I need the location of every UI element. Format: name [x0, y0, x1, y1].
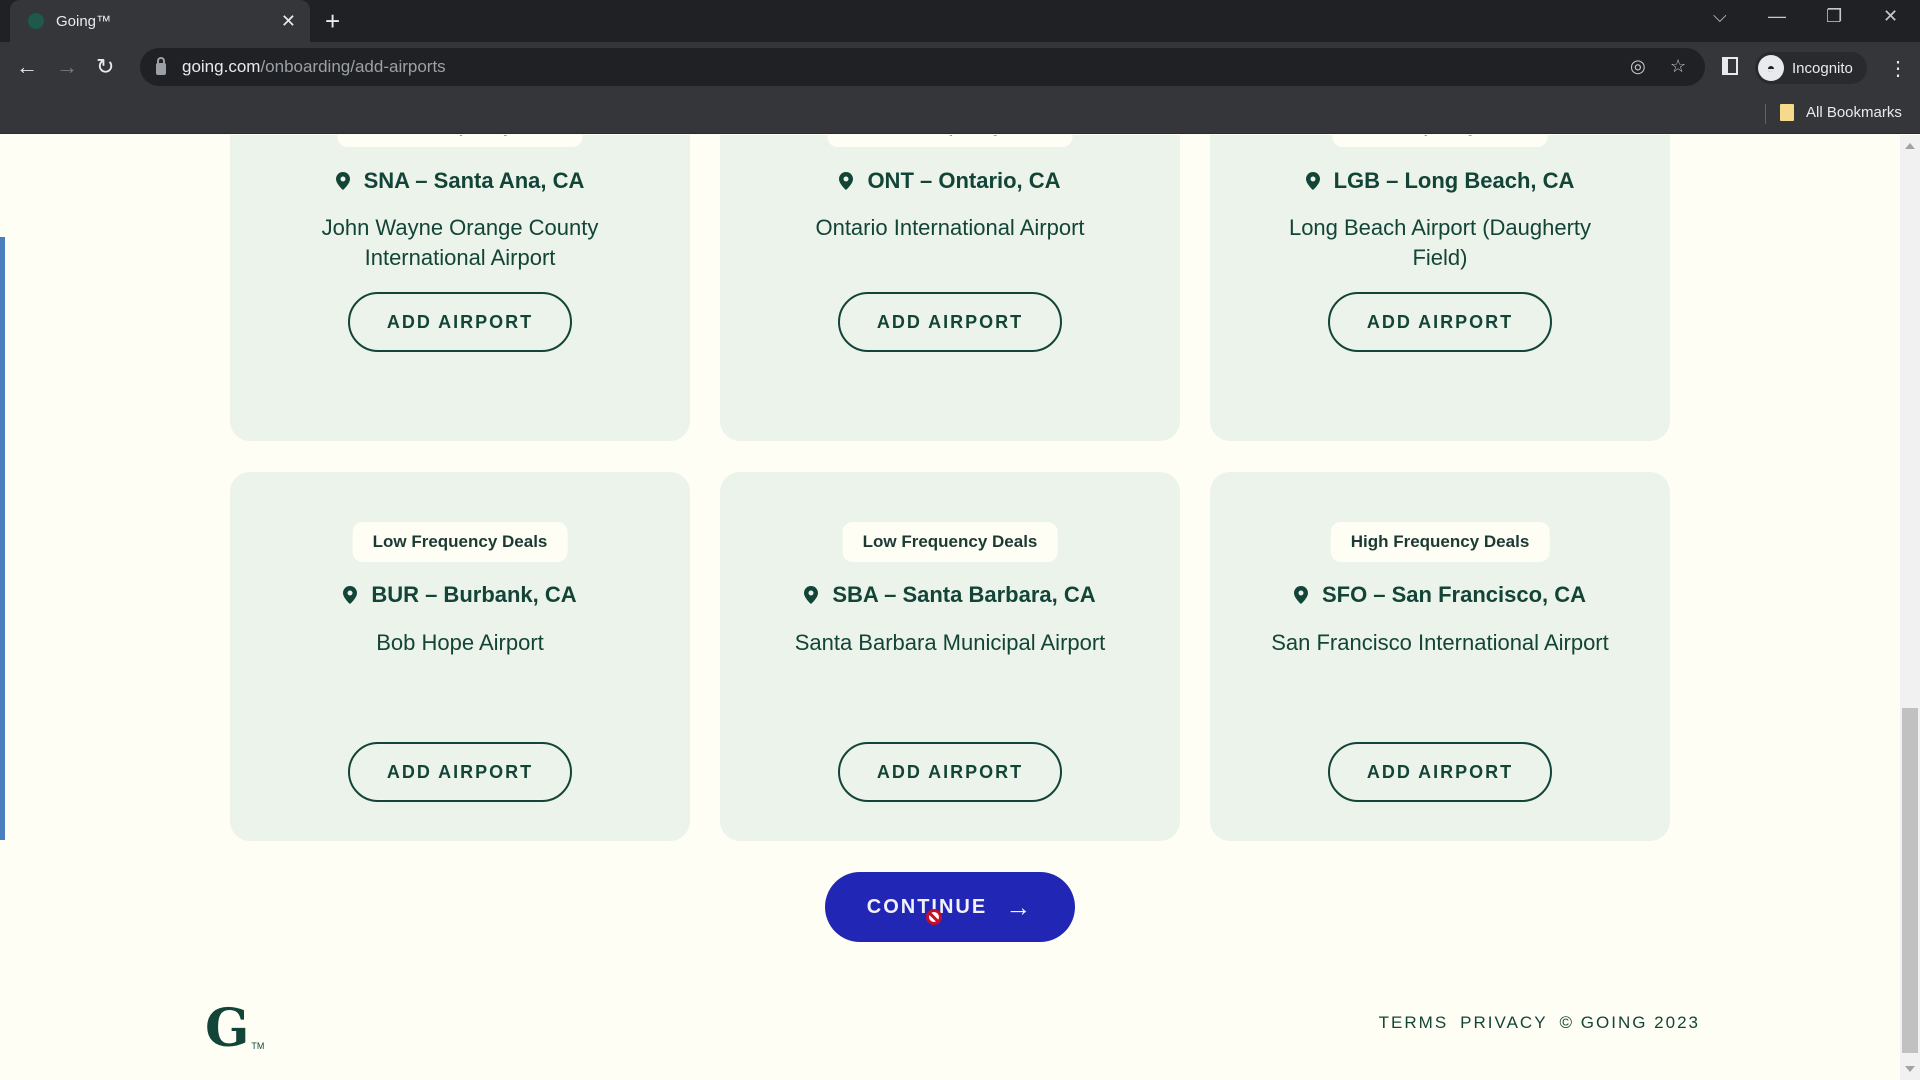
new-tab-icon[interactable]: + [325, 8, 340, 34]
airport-city: SBA – Santa Barbara, CA [720, 582, 1180, 608]
add-airport-button[interactable]: ADD AIRPORT [1328, 292, 1552, 352]
browser-menu-icon[interactable]: ⋮ [1888, 56, 1908, 81]
airport-city: LGB – Long Beach, CA [1210, 168, 1670, 194]
footer-links: TERMS PRIVACY © GOING 2023 [1379, 1013, 1700, 1033]
going-logo-mark-icon: G [205, 998, 250, 1059]
url-path: /onboarding/add-airports [260, 57, 446, 76]
airport-card: Low Frequency Deals SBA – Santa Barbara,… [720, 472, 1180, 841]
going-logo[interactable]: G TM [205, 998, 265, 1059]
airport-city-label: SBA – Santa Barbara, CA [832, 582, 1096, 607]
deal-frequency-badge: Medium Frequency Deals [827, 135, 1073, 147]
scroll-down-arrow-icon[interactable] [1905, 1066, 1915, 1072]
folder-icon [1780, 104, 1794, 121]
deal-frequency-badge: Low Frequency Deals [1332, 135, 1548, 147]
airport-card: Low Frequency Deals BUR – Burbank, CA Bo… [230, 472, 690, 841]
close-window-icon[interactable]: ✕ [1883, 6, 1898, 27]
all-bookmarks-label: All Bookmarks [1806, 104, 1902, 121]
plane-arrow-icon: → [1005, 892, 1034, 922]
airport-city: ONT – Ontario, CA [720, 168, 1180, 194]
close-tab-icon[interactable]: ✕ [281, 11, 296, 32]
tab-strip: Going™ ✕ + ⌵ — ❐ ✕ [0, 0, 1920, 42]
scrollbar-thumb[interactable] [1902, 708, 1918, 1053]
back-icon[interactable]: ← [16, 54, 38, 80]
airport-city: SFO – San Francisco, CA [1210, 582, 1670, 608]
going-favicon-icon [28, 13, 44, 29]
location-pin-icon [804, 586, 819, 604]
add-airport-button[interactable]: ADD AIRPORT [1328, 742, 1552, 802]
side-panel-icon[interactable] [1722, 57, 1738, 75]
browser-tab[interactable]: Going™ ✕ [10, 0, 310, 42]
airport-city-label: SNA – Santa Ana, CA [363, 168, 585, 193]
browser-toolbar: ← → ↻ going.com/onboarding/add-airports … [0, 42, 1920, 94]
bookmarks-divider [1765, 104, 1766, 124]
airport-card: Medium Frequency Deals SNA – Santa Ana, … [230, 135, 690, 441]
location-pin-icon [335, 172, 350, 190]
page-scrollbar[interactable] [1900, 135, 1920, 1080]
deal-frequency-badge: High Frequency Deals [1330, 522, 1550, 562]
page-content: Medium Frequency Deals SNA – Santa Ana, … [0, 135, 1900, 1080]
add-airport-button[interactable]: ADD AIRPORT [348, 742, 572, 802]
airport-city: SNA – Santa Ana, CA [230, 168, 690, 194]
copyright-text: © GOING 2023 [1559, 1013, 1700, 1032]
not-allowed-cursor-icon [926, 909, 942, 925]
add-airport-button[interactable]: ADD AIRPORT [838, 742, 1062, 802]
url-host: going.com [182, 57, 261, 76]
location-pin-icon [1305, 172, 1320, 190]
terms-link[interactable]: TERMS [1379, 1013, 1449, 1033]
location-pin-icon [343, 586, 358, 604]
continue-button[interactable]: CONTINUE → [825, 872, 1075, 942]
incognito-icon: ◓ [1758, 55, 1784, 81]
airport-city-label: ONT – Ontario, CA [867, 168, 1061, 193]
airport-card: Medium Frequency Deals ONT – Ontario, CA… [720, 135, 1180, 441]
forward-icon[interactable]: → [56, 54, 78, 80]
privacy-link[interactable]: PRIVACY [1460, 1013, 1547, 1033]
airport-full-name: San Francisco International Airport [1271, 630, 1609, 655]
airport-card: Low Frequency Deals LGB – Long Beach, CA… [1210, 135, 1670, 441]
deal-frequency-badge: Low Frequency Deals [842, 522, 1058, 562]
airport-city-label: BUR – Burbank, CA [371, 582, 577, 607]
address-bar[interactable]: going.com/onboarding/add-airports ◎ ☆ [140, 48, 1705, 86]
airport-full-name: Santa Barbara Municipal Airport [794, 630, 1106, 655]
airport-full-name: Bob Hope Airport [376, 630, 544, 655]
bookmark-star-icon[interactable]: ☆ [1670, 56, 1686, 77]
trademark-label: TM [251, 1041, 265, 1051]
scroll-up-arrow-icon[interactable] [1905, 143, 1915, 149]
airport-city-label: SFO – San Francisco, CA [1321, 582, 1587, 607]
all-bookmarks-button[interactable]: All Bookmarks [1780, 104, 1902, 121]
focus-edge-indicator [0, 237, 5, 840]
airport-full-name: Ontario International Airport [815, 215, 1085, 240]
airport-full-name: John Wayne Orange County International A… [321, 215, 599, 270]
lock-icon[interactable] [156, 57, 166, 75]
airport-full-name: Long Beach Airport (Daugherty Field) [1288, 215, 1592, 270]
profile-label: Incognito [1792, 59, 1853, 77]
deal-frequency-badge: Medium Frequency Deals [337, 135, 583, 147]
add-airport-button[interactable]: ADD AIRPORT [838, 292, 1062, 352]
bookmarks-bar [0, 94, 1920, 134]
airport-city-label: LGB – Long Beach, CA [1333, 168, 1575, 193]
incognito-profile-button[interactable]: ◓ Incognito [1755, 52, 1867, 84]
add-airport-button[interactable]: ADD AIRPORT [348, 292, 572, 352]
minimize-icon[interactable]: — [1768, 6, 1786, 27]
restore-icon[interactable]: ❐ [1826, 6, 1842, 27]
airport-card: High Frequency Deals SFO – San Francisco… [1210, 472, 1670, 841]
location-pin-icon [839, 172, 854, 190]
airport-city: BUR – Burbank, CA [230, 582, 690, 608]
tab-title: Going™ [56, 12, 112, 30]
tab-search-chevron-icon[interactable]: ⌵ [1713, 6, 1727, 27]
eye-off-icon[interactable]: ◎ [1630, 56, 1646, 77]
reload-icon[interactable]: ↻ [96, 54, 114, 80]
deal-frequency-badge: Low Frequency Deals [352, 522, 568, 562]
location-pin-icon [1293, 586, 1308, 604]
